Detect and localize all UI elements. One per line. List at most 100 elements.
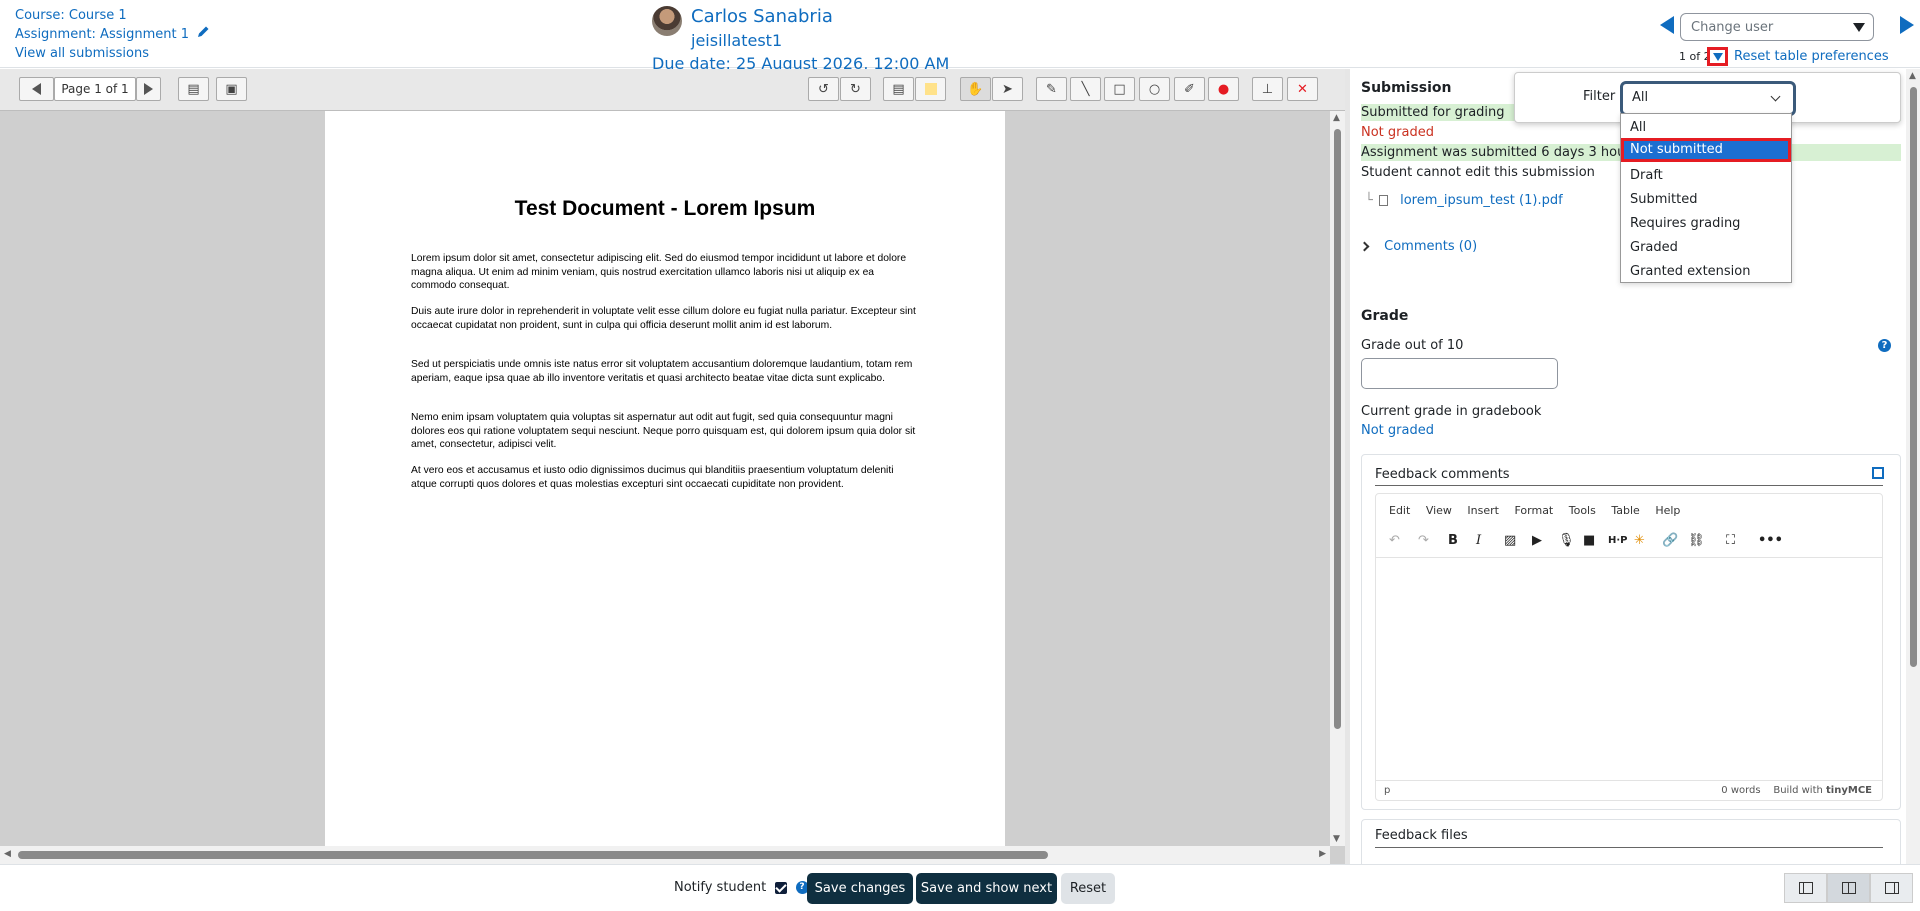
help-icon[interactable]: ? (1878, 339, 1891, 352)
document-canvas[interactable]: Test Document - Lorem Ipsum Lorem ipsum … (0, 111, 1330, 846)
fullscreen-icon[interactable] (1872, 467, 1884, 479)
user-id-link[interactable]: jeisillatest1 (691, 31, 782, 50)
scroll-thumb[interactable] (18, 851, 1048, 859)
assignment-link[interactable]: Assignment: Assignment 1 (15, 27, 189, 42)
pen-tool-button[interactable]: ✎ (1036, 77, 1067, 101)
comment-tool-button[interactable]: ▤ (883, 77, 914, 101)
grade-input[interactable] (1361, 358, 1558, 389)
search-comments-button[interactable]: ▤ (178, 77, 209, 101)
scroll-left-icon[interactable]: ◀ (4, 849, 11, 859)
comment-color-button[interactable] (915, 77, 946, 101)
rotate-right-button[interactable]: ↻ (840, 77, 871, 101)
assignment-row: Assignment: Assignment 1 (15, 25, 210, 44)
layout-default-button[interactable] (1827, 873, 1870, 903)
menu-view[interactable]: View (1426, 504, 1452, 517)
tinymce-logo[interactable]: tinyMCE (1826, 785, 1872, 796)
pencil-icon[interactable] (197, 25, 210, 44)
menu-help[interactable]: Help (1655, 504, 1680, 517)
avatar[interactable] (652, 6, 682, 36)
filter-option-granted-extension[interactable]: Granted extension (1621, 260, 1791, 284)
link-icon[interactable]: 🔗 (1662, 533, 1678, 548)
scroll-down-icon[interactable]: ▼ (1333, 834, 1340, 844)
filter-option-requires-grading[interactable]: Requires grading (1621, 212, 1791, 236)
current-grade-link[interactable]: Not graded (1361, 422, 1434, 439)
notify-student-checkbox[interactable] (775, 881, 788, 894)
scroll-up-icon[interactable]: ▲ (1333, 113, 1340, 123)
collapse-grade-icon (1884, 882, 1899, 894)
undo-icon[interactable]: ↶ (1389, 533, 1400, 548)
file-link[interactable]: lorem_ipsum_test (1).pdf (1400, 193, 1563, 208)
image-icon[interactable]: ▨ (1504, 533, 1516, 548)
menu-insert[interactable]: Insert (1467, 504, 1499, 517)
delete-annotation-button[interactable]: ✕ (1287, 77, 1318, 101)
menu-tools[interactable]: Tools (1569, 504, 1596, 517)
page-select[interactable]: Page 1 of 1 (54, 77, 136, 101)
caret-down-icon (1853, 23, 1865, 32)
filter-option-not-submitted[interactable]: Not submitted (1621, 138, 1791, 162)
panel-vertical-scrollbar[interactable]: ▲ (1906, 69, 1920, 864)
previous-user-icon[interactable] (1660, 16, 1674, 34)
save-and-show-next-button[interactable]: Save and show next (916, 873, 1057, 904)
menu-table[interactable]: Table (1611, 504, 1639, 517)
stamp-tool-button[interactable]: ⊥ (1252, 77, 1283, 101)
layout-collapse-grade-button[interactable] (1870, 873, 1913, 903)
filter-button[interactable] (1707, 47, 1728, 66)
reset-table-preferences-link[interactable]: Reset table preferences (1734, 49, 1889, 64)
video-icon[interactable]: ■ (1583, 533, 1595, 548)
more-icon[interactable]: ••• (1758, 533, 1783, 548)
fullscreen-editor-icon[interactable]: ⛶ (1726, 533, 1735, 548)
filter-option-submitted[interactable]: Submitted (1621, 188, 1791, 212)
save-changes-button[interactable]: Save changes (807, 873, 913, 904)
microphone-icon[interactable]: 🎙 (1558, 533, 1575, 548)
viewer-vertical-scrollbar[interactable]: ▲ ▼ (1330, 111, 1345, 846)
filter-option-draft[interactable]: Draft (1621, 164, 1791, 188)
media-icon[interactable]: ▶ (1532, 533, 1542, 548)
user-name-link[interactable]: Carlos Sanabria (691, 6, 833, 27)
editor-statusbar: p 0 words Build with tinyMCE (1376, 780, 1882, 800)
ai-icon[interactable]: ✳ (1634, 533, 1645, 548)
scroll-thumb[interactable] (1910, 87, 1917, 667)
annotation-color-button[interactable]: ● (1208, 77, 1239, 101)
unlink-icon[interactable]: ⛓ (1688, 533, 1705, 548)
scroll-right-icon[interactable]: ▶ (1319, 849, 1326, 859)
viewer-horizontal-scrollbar[interactable]: ◀ ▶ (0, 846, 1330, 864)
course-link[interactable]: Course: Course 1 (15, 6, 210, 25)
line-tool-button[interactable]: ╲ (1070, 77, 1101, 101)
rectangle-tool-button[interactable]: □ (1104, 77, 1135, 101)
yellow-swatch-icon (924, 83, 937, 95)
scroll-thumb[interactable] (1334, 129, 1341, 729)
rotate-left-button[interactable]: ↺ (808, 77, 839, 101)
feedback-editor: Edit View Insert Format Tools Table Help… (1375, 493, 1883, 801)
word-count[interactable]: 0 words (1721, 785, 1760, 796)
pan-tool-button[interactable]: ✋ (960, 77, 991, 101)
next-page-button[interactable] (136, 77, 161, 101)
scroll-up-icon[interactable]: ▲ (1909, 71, 1916, 81)
filter-option-graded[interactable]: Graded (1621, 236, 1791, 260)
reset-button[interactable]: Reset (1061, 873, 1115, 904)
redo-icon[interactable]: ↷ (1418, 533, 1429, 548)
element-path[interactable]: p (1384, 785, 1390, 796)
comments-toggle[interactable]: Comments (0) (1359, 239, 1477, 254)
editor-content-area[interactable] (1376, 558, 1882, 780)
filter-option-all[interactable]: All (1621, 116, 1791, 140)
layout-collapse-review-button[interactable] (1784, 873, 1827, 903)
view-all-submissions-link[interactable]: View all submissions (15, 44, 210, 63)
menu-format[interactable]: Format (1514, 504, 1553, 517)
page-label: Page 1 of 1 (61, 82, 129, 96)
select-tool-button[interactable]: ➤ (992, 77, 1023, 101)
oval-tool-button[interactable]: ○ (1139, 77, 1170, 101)
filter-select[interactable]: All (1620, 81, 1796, 116)
bold-icon[interactable]: B (1448, 533, 1458, 548)
chevron-down-icon (1770, 91, 1781, 102)
highlight-tool-button[interactable]: ✐ (1174, 77, 1205, 101)
italic-icon[interactable]: I (1476, 533, 1481, 548)
pdf-page[interactable]: Test Document - Lorem Ipsum Lorem ipsum … (325, 111, 1005, 846)
previous-page-button[interactable] (19, 77, 54, 101)
highlighter-icon: ✐ (1184, 81, 1195, 97)
next-user-icon[interactable] (1900, 16, 1914, 34)
grade-label: Grade out of 10 (1361, 338, 1464, 353)
menu-edit[interactable]: Edit (1389, 504, 1410, 517)
change-user-select[interactable]: Change user (1680, 13, 1874, 41)
h5p-icon[interactable]: H·P (1608, 535, 1628, 546)
expand-comments-button[interactable]: ▣ (216, 77, 247, 101)
